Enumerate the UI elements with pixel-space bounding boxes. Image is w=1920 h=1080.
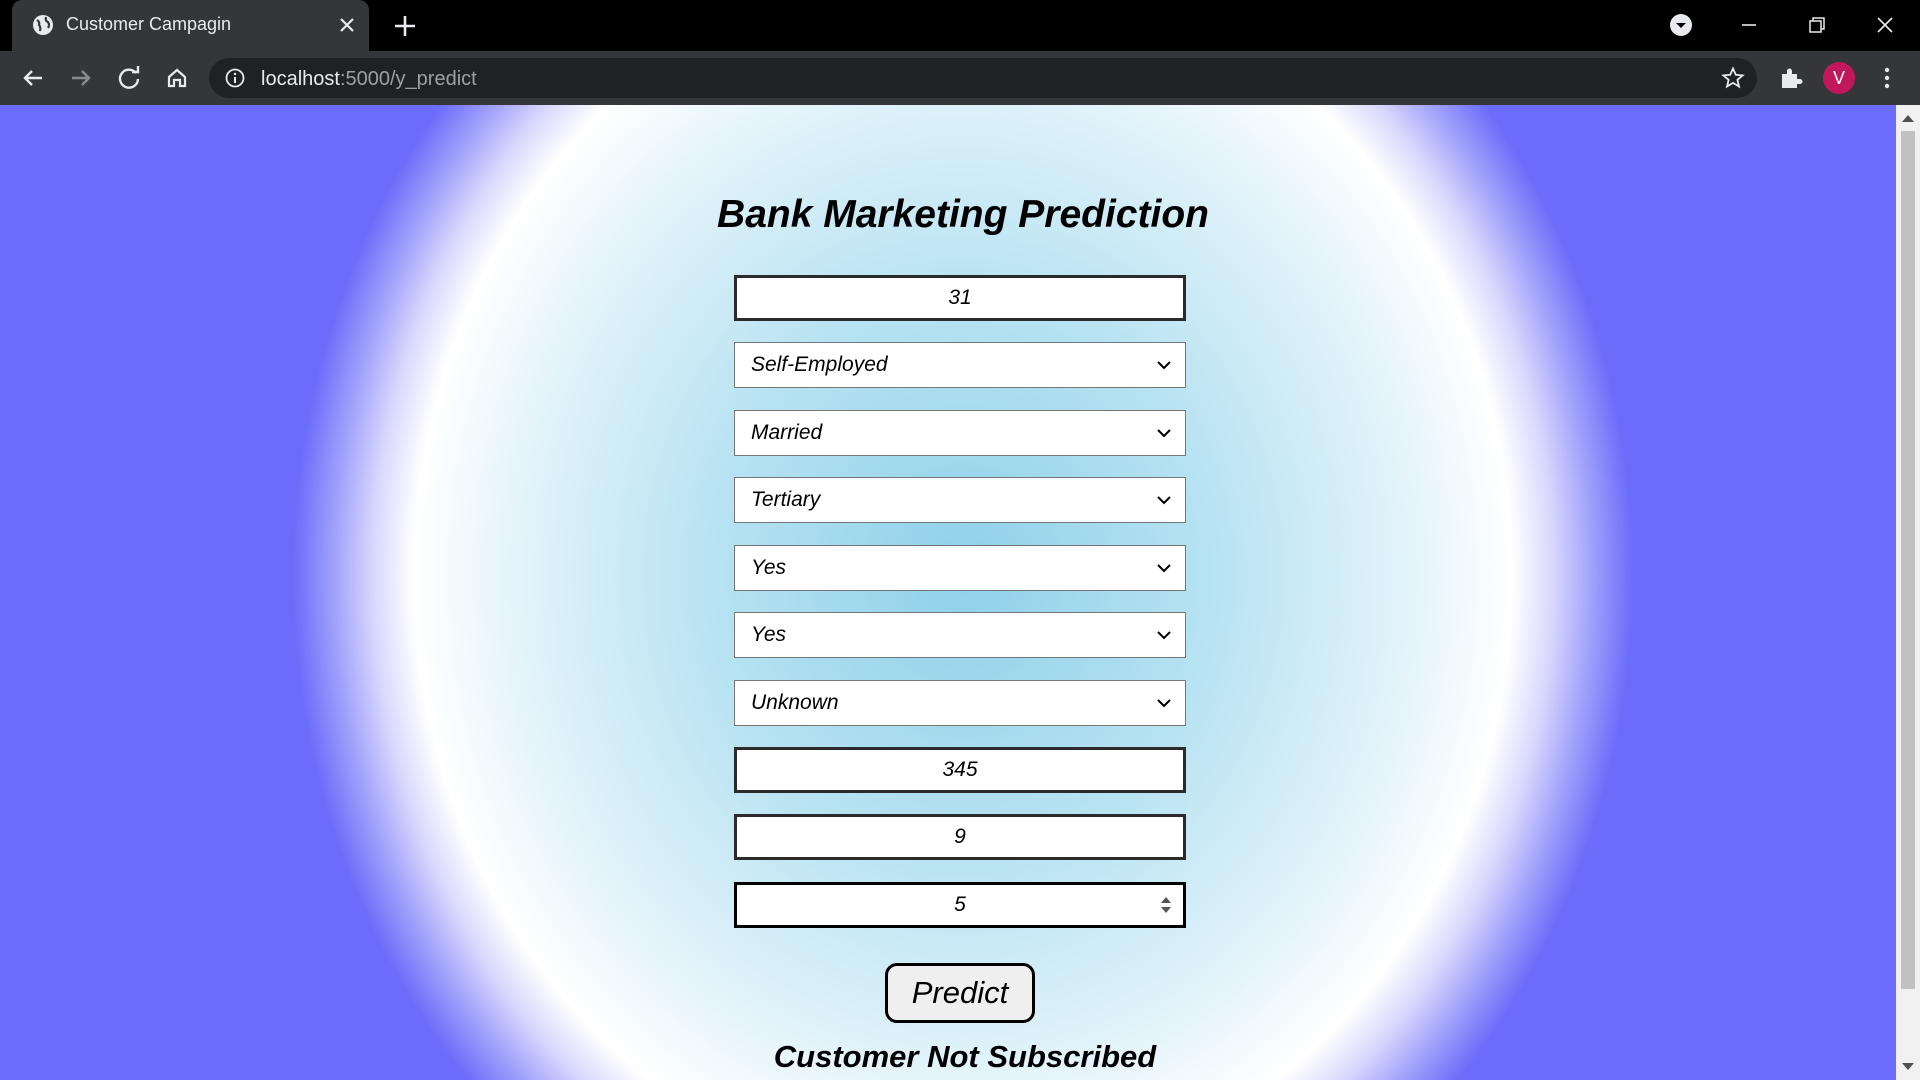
chevron-down-icon — [1157, 631, 1171, 640]
menu-kebab-icon[interactable] — [1872, 63, 1902, 93]
education-select[interactable]: Tertiary — [734, 477, 1186, 523]
education-select-value: Tertiary — [751, 488, 821, 511]
pdays-value: 5 — [954, 893, 966, 916]
tab-strip: Customer Campagin — [0, 0, 1920, 51]
marital-select[interactable]: Married — [734, 410, 1186, 456]
spinner-arrows-icon[interactable] — [1159, 893, 1173, 917]
contact-select[interactable]: Unknown — [734, 680, 1186, 726]
age-input[interactable]: 31 — [734, 275, 1186, 321]
new-tab-icon[interactable] — [392, 13, 418, 39]
page-title: Bank Marketing Prediction — [717, 193, 1209, 236]
back-arrow-icon[interactable] — [18, 63, 48, 93]
chevron-down-icon — [1157, 699, 1171, 708]
campaign-input[interactable]: 9 — [734, 814, 1186, 860]
extensions-icon[interactable] — [1776, 63, 1806, 93]
chevron-down-icon — [1157, 564, 1171, 573]
predict-button[interactable]: Predict — [885, 963, 1035, 1023]
page-viewport: Bank Marketing Prediction 31 Self-Employ… — [0, 105, 1896, 1080]
prediction-result: Customer Not Subscribed — [773, 1039, 1157, 1074]
url-text: localhost:5000/y_predict — [261, 68, 477, 91]
tab-title: Customer Campagin — [66, 14, 232, 34]
housing-loan-select[interactable]: Yes — [734, 545, 1186, 591]
window-close-icon[interactable] — [1870, 10, 1900, 40]
profile-avatar[interactable]: V — [1823, 62, 1855, 94]
chevron-down-icon — [1157, 496, 1171, 505]
chevron-down-icon — [1157, 429, 1171, 438]
job-select[interactable]: Self-Employed — [734, 342, 1186, 388]
info-icon[interactable] — [225, 68, 245, 88]
marital-select-value: Married — [751, 421, 823, 444]
duration-input[interactable]: 345 — [734, 747, 1186, 793]
page-scrollbar[interactable] — [1896, 105, 1920, 1080]
scrollbar-thumb[interactable] — [1901, 131, 1915, 989]
url-host: localhost — [261, 68, 340, 90]
scroll-down-arrow-icon[interactable] — [1902, 1063, 1914, 1070]
browser-tab[interactable]: Customer Campagin — [12, 0, 369, 51]
contact-select-value: Unknown — [751, 691, 839, 714]
browser-toolbar: localhost:5000/y_predict V — [0, 51, 1920, 105]
forward-arrow-icon[interactable] — [66, 63, 96, 93]
restore-icon[interactable] — [1802, 10, 1832, 40]
globe-icon — [33, 15, 53, 35]
minimize-icon[interactable] — [1734, 10, 1764, 40]
job-select-value: Self-Employed — [751, 353, 888, 376]
housing-loan-select-value: Yes — [751, 556, 787, 579]
scroll-up-arrow-icon[interactable] — [1902, 115, 1914, 122]
address-bar[interactable]: localhost:5000/y_predict — [209, 58, 1757, 98]
pdays-number-input[interactable]: 5 — [734, 882, 1186, 928]
bookmark-star-icon[interactable] — [1721, 66, 1745, 90]
personal-loan-select-value: Yes — [751, 623, 787, 646]
close-icon[interactable] — [336, 14, 358, 36]
home-icon[interactable] — [162, 63, 192, 93]
reload-icon[interactable] — [114, 63, 144, 93]
url-path: :5000/y_predict — [339, 68, 477, 90]
tab-search-icon[interactable] — [1666, 10, 1696, 40]
chevron-down-icon — [1157, 361, 1171, 370]
personal-loan-select[interactable]: Yes — [734, 612, 1186, 658]
